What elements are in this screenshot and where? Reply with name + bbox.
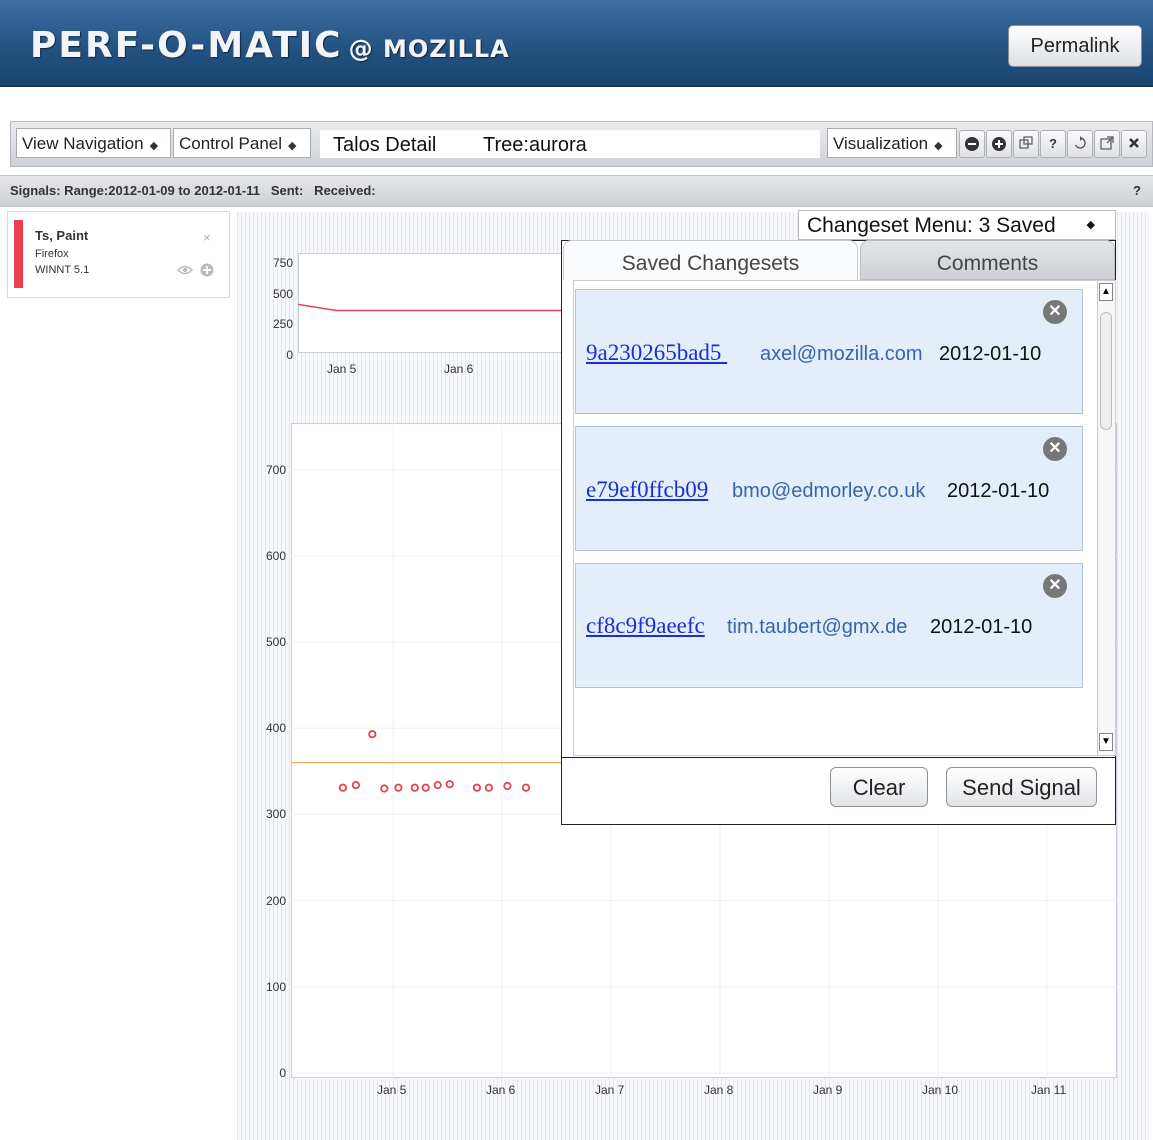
panel-divider	[562, 757, 1115, 758]
clear-button[interactable]: Clear	[830, 767, 928, 807]
close-icon	[1129, 138, 1139, 148]
remove-changeset-icon[interactable]: ✕	[1043, 300, 1067, 324]
minus-circle-icon	[965, 137, 979, 151]
remove-changeset-icon[interactable]: ✕	[1043, 574, 1067, 598]
overview-x-tick-label: Jan 5	[327, 362, 357, 376]
series-platform: WINNT 5.1	[35, 264, 90, 276]
view-navigation-label: View Navigation	[22, 134, 144, 153]
eye-icon[interactable]	[177, 264, 193, 276]
popout-button[interactable]	[1013, 130, 1039, 158]
overview-y-tick-label: 500	[272, 286, 293, 301]
y-tick-label: 700	[265, 462, 286, 477]
overview-chart[interactable]	[298, 253, 566, 353]
zoom-in-button[interactable]	[986, 130, 1012, 158]
scroll-thumb[interactable]	[1100, 312, 1112, 430]
y-tick-label: 600	[265, 548, 286, 563]
tab-comments[interactable]: Comments	[860, 240, 1115, 280]
y-tick-label: 300	[265, 807, 286, 822]
expand-icon	[1100, 136, 1114, 150]
select-arrow-icon: ◆	[1086, 219, 1095, 231]
add-series-icon[interactable]	[200, 263, 214, 277]
logo-sub: @ MOZILLA	[348, 35, 510, 63]
changeset-hash-link[interactable]: cf8c9f9aeefc	[586, 613, 705, 639]
refresh-icon	[1074, 136, 1086, 149]
changeset-date: 2012-01-10	[939, 343, 1042, 365]
signals-help-button[interactable]: ?	[1133, 175, 1141, 207]
close-graph-button[interactable]	[1121, 130, 1147, 158]
refresh-button[interactable]	[1067, 130, 1093, 158]
control-panel-select[interactable]: Control Panel ◆	[173, 128, 311, 158]
window-icon	[1019, 136, 1033, 149]
y-tick-label: 500	[265, 635, 286, 649]
tree-label: Tree:aurora	[483, 134, 587, 156]
x-tick-label: Jan 8	[704, 1083, 734, 1097]
changeset-author: axel@mozilla.com	[760, 343, 923, 365]
select-arrow-icon: ◆	[149, 140, 159, 152]
series-remove-button[interactable]: ×	[203, 230, 211, 245]
changeset-date: 2012-01-10	[947, 480, 1050, 502]
y-tick-label: 200	[265, 893, 286, 908]
plus-circle-icon	[992, 137, 1006, 151]
logo-main: PERF-O-MATIC	[30, 25, 343, 66]
select-arrow-icon: ◆	[288, 140, 297, 152]
x-tick-label: Jan 6	[486, 1083, 516, 1097]
series-product: Firefox	[35, 248, 69, 260]
changeset-author: tim.taubert@gmx.de	[727, 616, 908, 638]
changeset-date: 2012-01-10	[930, 616, 1033, 638]
visualization-label: Visualization	[833, 134, 929, 153]
tab-saved-changesets[interactable]: Saved Changesets	[563, 240, 858, 280]
zoom-out-button[interactable]	[959, 130, 985, 158]
series-title: Ts, Paint	[35, 228, 89, 243]
changeset-hash-link[interactable]: e79ef0ffcb09	[586, 477, 708, 503]
changeset-menu-label: Changeset Menu: 3 Saved	[807, 214, 1056, 237]
overview-y-tick-label: 0	[286, 348, 293, 362]
help-button[interactable]: ?	[1040, 130, 1066, 158]
y-tick-label: 400	[265, 721, 286, 736]
graph-title-box: Talos Detail Tree:aurora	[320, 130, 820, 158]
select-arrow-icon: ◆	[934, 140, 943, 152]
changeset-menu-select[interactable]: Changeset Menu: 3 Saved ◆	[798, 210, 1116, 240]
permalink-button[interactable]: Permalink	[1008, 25, 1142, 67]
overview-y-tick-label: 750	[272, 256, 293, 270]
x-tick-label: Jan 11	[1031, 1083, 1067, 1097]
overview-y-tick-label: 250	[272, 317, 293, 332]
changeset-hash-link[interactable]: 9a230265bad5	[586, 340, 727, 366]
x-tick-label: Jan 7	[595, 1083, 625, 1097]
changeset-author: bmo@edmorley.co.uk	[732, 480, 926, 502]
view-navigation-select[interactable]: View Navigation ◆	[16, 128, 171, 158]
scroll-down-arrow-icon[interactable]: ▼	[1099, 733, 1113, 751]
x-tick-label: Jan 5	[377, 1083, 407, 1097]
graph-title: Talos Detail	[333, 134, 437, 156]
expand-button[interactable]	[1094, 130, 1120, 158]
y-tick-label: 100	[265, 979, 286, 994]
remove-changeset-icon[interactable]: ✕	[1043, 437, 1067, 461]
visualization-select[interactable]: Visualization ◆	[827, 128, 957, 158]
series-color-swatch	[14, 220, 23, 288]
control-panel-label: Control Panel	[179, 134, 283, 153]
app-logo: PERF-O-MATIC @ MOZILLA	[30, 26, 510, 69]
overview-x-tick-label: Jan 6	[444, 362, 474, 376]
x-tick-label: Jan 9	[813, 1083, 843, 1097]
scroll-up-arrow-icon[interactable]: ▲	[1099, 283, 1113, 301]
x-tick-label: Jan 10	[922, 1083, 959, 1097]
signals-text: Signals: Range:2012-01-09 to 2012-01-11 …	[10, 183, 376, 198]
y-tick-label: 0	[279, 1066, 286, 1080]
send-signal-button[interactable]: Send Signal	[946, 767, 1097, 807]
